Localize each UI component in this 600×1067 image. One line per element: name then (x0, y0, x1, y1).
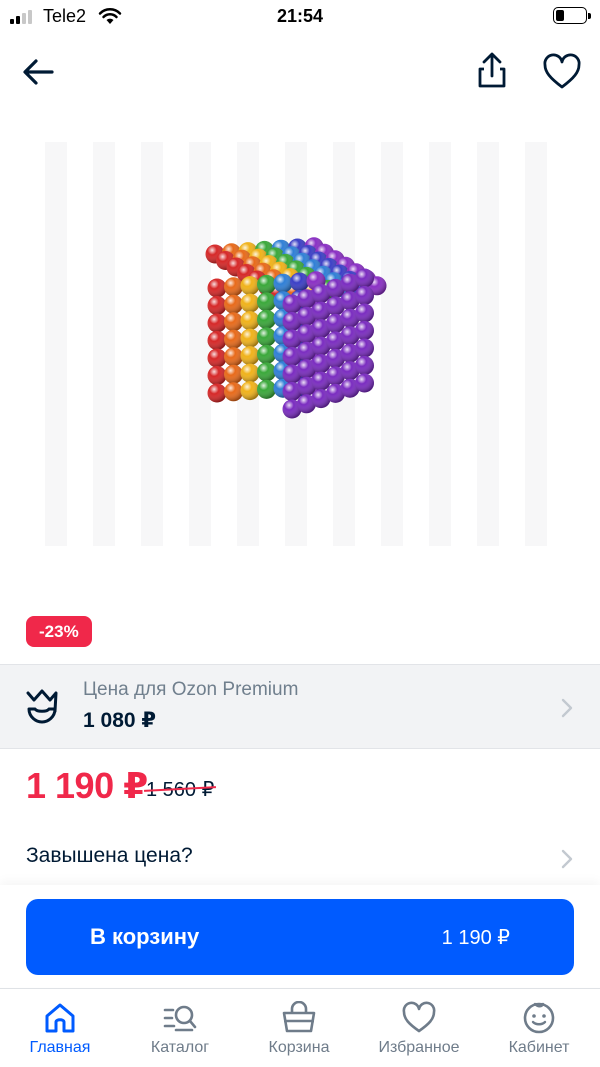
old-price: 1 560 ₽ (143, 777, 217, 802)
add-to-cart-price: 1 190 ₽ (441, 927, 510, 949)
tab-label: Корзина (268, 1039, 330, 1056)
add-to-cart-label: В корзину (90, 924, 200, 949)
overpriced-link[interactable]: Завышена цена? (26, 844, 193, 868)
chevron-right-icon (561, 698, 573, 718)
tab-bar: Главная Каталог Корзина Избранное Кабине… (0, 988, 600, 1067)
current-price: 1 190 ₽ (26, 765, 148, 806)
tab-catalog[interactable]: Каталог (125, 989, 235, 1067)
status-time: 21:54 (276, 6, 324, 26)
tab-label: Кабинет (508, 1039, 570, 1056)
arrow-left-icon[interactable] (18, 52, 58, 92)
home-icon (45, 1003, 75, 1033)
chevron-right-icon (561, 849, 573, 869)
discount-badge: -23% (26, 616, 92, 647)
heart-icon[interactable] (540, 52, 584, 92)
catalog-search-icon (163, 1005, 197, 1032)
tab-favorites[interactable]: Избранное (364, 989, 474, 1067)
tab-profile[interactable]: Кабинет (484, 989, 594, 1067)
battery-icon (553, 7, 591, 24)
status-bar: Tele2 21:54 (0, 0, 600, 34)
heart-icon (402, 1001, 436, 1033)
tab-label: Избранное (378, 1039, 460, 1056)
basket-icon (282, 1001, 316, 1033)
product-image[interactable] (40, 142, 570, 546)
add-to-cart-button[interactable]: В корзину 1 190 ₽ (26, 899, 574, 975)
tab-cart[interactable]: Корзина (244, 989, 354, 1067)
premium-price: 1 080 ₽ (83, 709, 156, 732)
profile-smile-icon (523, 1002, 555, 1034)
tab-home[interactable]: Главная (5, 989, 115, 1067)
premium-price-row[interactable]: Цена для Ozon Premium 1 080 ₽ (0, 664, 600, 749)
share-icon[interactable] (472, 50, 512, 92)
tab-label: Каталог (150, 1039, 210, 1056)
tab-label: Главная (29, 1039, 91, 1056)
overpriced-row[interactable]: Завышена цена? (0, 830, 600, 884)
ozon-premium-icon (26, 689, 58, 724)
premium-label: Цена для Ozon Premium (83, 679, 299, 700)
